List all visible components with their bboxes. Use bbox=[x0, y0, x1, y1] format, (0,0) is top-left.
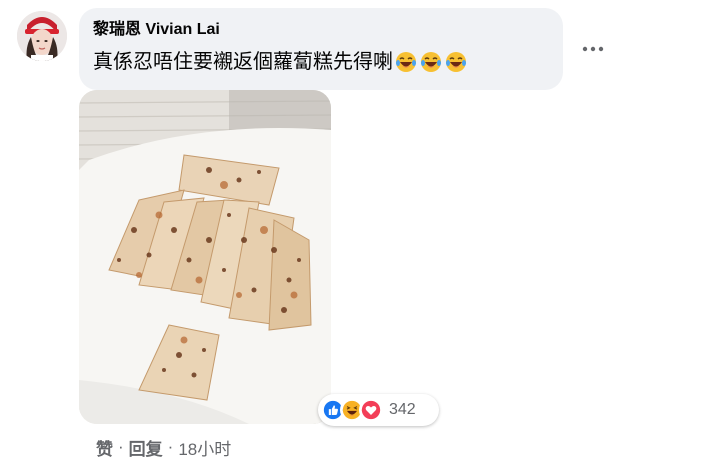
turnip-cake-photo bbox=[79, 90, 331, 424]
love-icon bbox=[359, 398, 383, 422]
emoji-group bbox=[395, 51, 467, 73]
avatar[interactable] bbox=[17, 11, 67, 61]
comment-text: 真係忍唔住要襯返個蘿蔔糕先得喇 bbox=[93, 51, 393, 73]
comment-actions: 赞 · 回复 · 18小时 bbox=[96, 435, 231, 459]
ellipsis-icon bbox=[582, 46, 604, 52]
comment-author[interactable]: 黎瑞恩 Vivian Lai bbox=[93, 19, 549, 41]
separator: · bbox=[167, 437, 174, 456]
comment-bubble: 黎瑞恩 Vivian Lai 真係忍唔住要襯返個蘿蔔糕先得喇 bbox=[79, 8, 563, 90]
separator: · bbox=[118, 437, 124, 456]
reactions-summary[interactable]: 342 bbox=[318, 394, 439, 426]
laughing-tears-emoji bbox=[421, 52, 441, 72]
comment-text-row: 真係忍唔住要襯返個蘿蔔糕先得喇 bbox=[93, 47, 549, 77]
laughing-tears-emoji bbox=[446, 52, 466, 72]
reaction-icons bbox=[321, 398, 383, 422]
comment-photo[interactable] bbox=[79, 90, 331, 424]
reaction-count: 342 bbox=[389, 401, 416, 418]
more-options-button[interactable] bbox=[578, 34, 608, 64]
comment-timestamp[interactable]: 18小时 bbox=[178, 435, 231, 460]
like-action[interactable]: 赞 bbox=[96, 435, 113, 460]
reply-action[interactable]: 回复 bbox=[129, 435, 163, 460]
avatar-image bbox=[17, 11, 67, 61]
laughing-tears-emoji bbox=[396, 52, 416, 72]
